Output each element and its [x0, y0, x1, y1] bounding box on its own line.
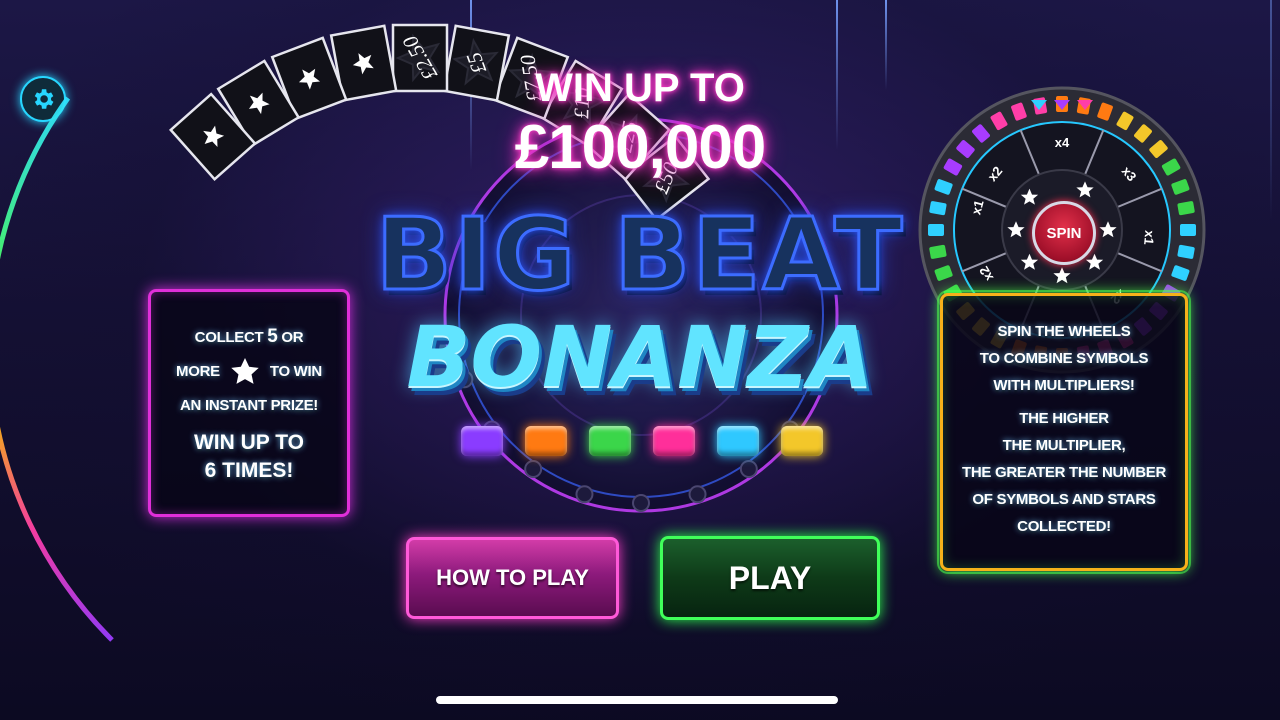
colour-light	[525, 426, 567, 456]
colour-light	[781, 426, 823, 456]
game-lobby-screen: £50 £25 £10 £7.50 £5 £2.50 COLLECT 5 OR MORE …	[0, 0, 1280, 720]
colour-light	[589, 426, 631, 456]
info-line: THE MULTIPLIER,	[1002, 437, 1126, 454]
disc-rim-dot	[688, 485, 707, 504]
info-line: SPIN THE WHEELS	[997, 323, 1131, 340]
play-label: PLAY	[728, 559, 812, 596]
spin-button[interactable]: SPIN	[1032, 201, 1096, 265]
win-up-to-text: WIN UP TO	[193, 431, 305, 454]
how-to-play-label: HOW TO PLAY	[436, 565, 589, 590]
jackpot-amount: £100,000	[514, 113, 767, 182]
disc-rim-dot	[575, 485, 594, 504]
disc-rim-dot	[632, 494, 650, 512]
colour-light	[461, 426, 503, 456]
spin-label: SPIN	[1046, 224, 1082, 242]
colour-light	[653, 426, 695, 456]
colour-light	[717, 426, 759, 456]
six-times-text: 6 TIMES!	[204, 459, 294, 482]
disc-rim-dot	[524, 460, 543, 479]
how-to-play-button[interactable]: HOW TO PLAY	[406, 537, 619, 619]
info-line: THE GREATER THE NUMBER	[962, 464, 1166, 481]
info-line: THE HIGHER	[1019, 410, 1109, 427]
info-line: OF SYMBOLS AND STARS	[972, 491, 1156, 508]
info-line: TO COMBINE SYMBOLS	[979, 350, 1149, 367]
home-indicator[interactable]	[436, 696, 838, 704]
play-button[interactable]: PLAY	[660, 536, 880, 620]
wheel-info-panel: SPIN THE WHEELS TO COMBINE SYMBOLS WITH …	[937, 290, 1191, 574]
colour-lights	[461, 426, 823, 456]
info-line: WITH MULTIPLIERS!	[993, 377, 1135, 394]
win-up-to-heading: WIN UP TO	[535, 66, 745, 110]
info-line: COLLECTED!	[1017, 518, 1111, 535]
disc-rim-dot	[739, 460, 758, 479]
